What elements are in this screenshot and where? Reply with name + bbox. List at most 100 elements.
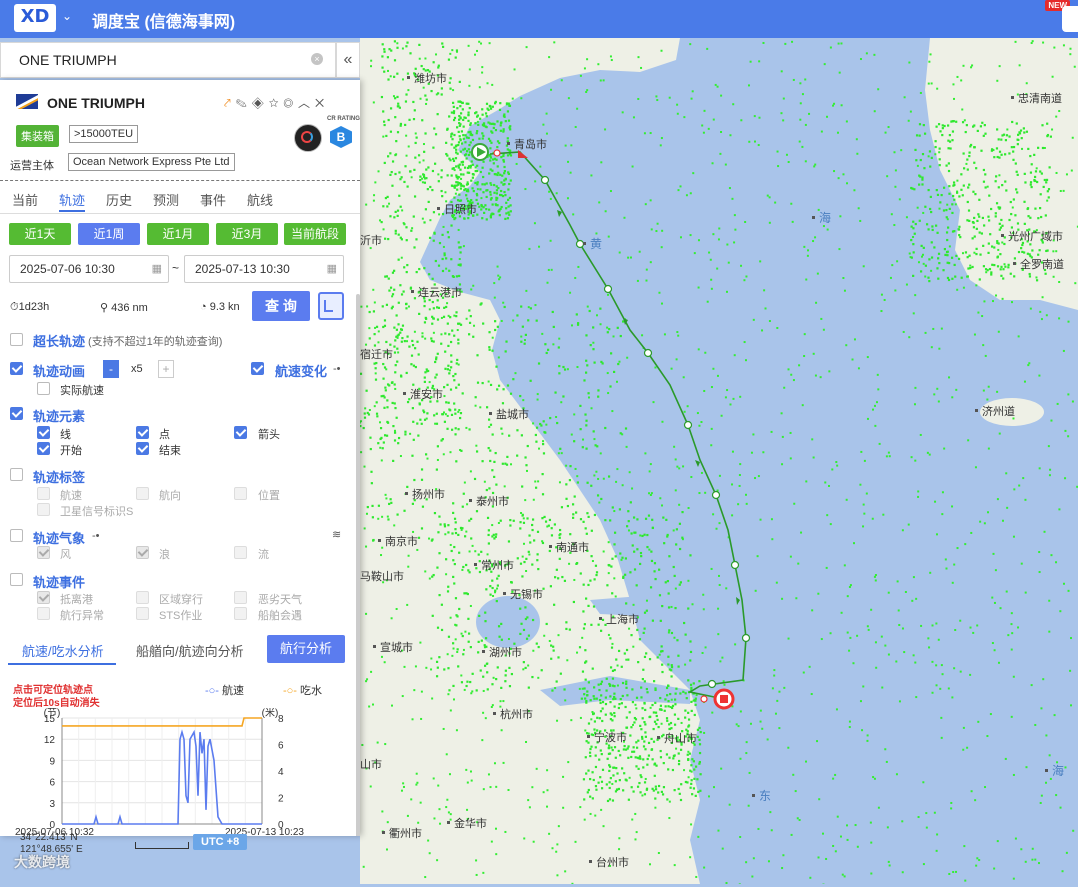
star-icon[interactable]: ☆: [269, 96, 284, 110]
element-line-checkbox[interactable]: [37, 426, 50, 439]
utc-badge[interactable]: UTC +8: [193, 834, 247, 850]
cr-rating-badge[interactable]: B: [330, 126, 352, 148]
range-1week-button[interactable]: 近1周: [78, 223, 140, 245]
event-meet-checkbox[interactable]: [234, 607, 247, 620]
labels-label: 轨迹标签: [33, 467, 85, 486]
label-speed-checkbox[interactable]: [37, 487, 50, 500]
element-arrow-checkbox[interactable]: [234, 426, 247, 439]
panel-scrollbar[interactable]: [356, 294, 360, 836]
ship-header-actions[interactable]: ⤤✎◈☆◎︿✕: [224, 94, 329, 111]
tab-speed-draft[interactable]: 航速/吃水分析: [22, 641, 104, 660]
event-sts-checkbox[interactable]: [136, 607, 149, 620]
ship-name: ONE TRIUMPH: [47, 95, 145, 111]
event-weather-label: 恶劣天气: [258, 591, 302, 607]
event-port-label: 抵离港: [60, 591, 93, 607]
map-label: 潍坊市: [414, 71, 447, 85]
weather-wave-checkbox[interactable]: [136, 546, 149, 559]
tab-routes[interactable]: 航线: [247, 190, 273, 209]
speed-stat: ◔ 9.3 kn: [200, 301, 240, 313]
elements-checkbox[interactable]: [10, 407, 23, 420]
ship-type-tag: 集装箱: [16, 125, 59, 147]
start-date-input[interactable]: 2025-07-06 10:30▦: [9, 255, 169, 283]
long-track-checkbox[interactable]: [10, 333, 23, 346]
date-separator: ~: [172, 261, 179, 275]
event-abnormal-label: 航行异常: [60, 607, 104, 623]
weather-current-checkbox[interactable]: [234, 546, 247, 559]
share-icon[interactable]: ⤤: [224, 96, 236, 110]
tab-track[interactable]: 轨迹: [59, 190, 85, 209]
map-label: 光州广域市: [1008, 229, 1063, 243]
edit-icon[interactable]: ✎: [236, 96, 252, 110]
weather-wind-checkbox[interactable]: [37, 546, 50, 559]
legend-draft[interactable]: -○- 吃水: [283, 682, 322, 698]
range-3month-button[interactable]: 近3月: [216, 223, 278, 245]
operator-label: 运营主体: [10, 157, 54, 173]
app-logo[interactable]: XD: [14, 4, 56, 32]
labels-checkbox[interactable]: [10, 468, 23, 481]
map-label: 山市: [360, 757, 382, 771]
user-menu-icon[interactable]: [1062, 6, 1078, 32]
speed-factor: x5: [131, 363, 143, 375]
label-sat-checkbox[interactable]: [37, 503, 50, 516]
track-mode-button[interactable]: [318, 292, 344, 320]
map-label: 盐城市: [496, 407, 529, 421]
top-bar: XD ⌄ 调度宝 (信德海事网) NEW: [0, 0, 1078, 38]
tab-events[interactable]: 事件: [200, 190, 226, 209]
tab-current[interactable]: 当前: [12, 190, 38, 209]
map-label: 日照市: [444, 202, 477, 216]
speed-draft-chart[interactable]: (节)(米)03691215024682025-07-06 10:322025-…: [0, 708, 356, 836]
operator-logo: [294, 124, 322, 152]
tab-forecast[interactable]: 预测: [153, 190, 179, 209]
element-start-checkbox[interactable]: [37, 442, 50, 455]
events-checkbox[interactable]: [10, 573, 23, 586]
chart-hint: 点击可定位轨迹点 定位后10s自动消失: [13, 684, 100, 710]
speed-change-checkbox[interactable]: [251, 362, 264, 375]
tab-history[interactable]: 历史: [106, 190, 132, 209]
animation-checkbox[interactable]: [10, 362, 23, 375]
event-area-checkbox[interactable]: [136, 591, 149, 604]
label-course-checkbox[interactable]: [136, 487, 149, 500]
speed-increase-button[interactable]: +: [158, 360, 174, 378]
distance-stat: ⚲ 436 nm: [100, 301, 148, 314]
distance-value: 436 nm: [111, 302, 148, 314]
chart-left-tick: 12: [44, 735, 56, 746]
collapse-panel-button[interactable]: «: [336, 42, 360, 78]
map-label: 宿迁市: [360, 347, 393, 361]
locate-icon[interactable]: ◎: [284, 96, 299, 110]
close-icon[interactable]: ✕: [315, 96, 329, 110]
clear-icon[interactable]: ×: [311, 53, 323, 65]
range-current-leg-button[interactable]: 当前航段: [284, 223, 346, 245]
end-date-input[interactable]: 2025-07-13 10:30▦: [184, 255, 344, 283]
long-track-label: 超长轨迹: [33, 331, 85, 350]
operator-value[interactable]: Ocean Network Express Pte Ltd: [68, 153, 235, 171]
range-1day-button[interactable]: 近1天: [9, 223, 71, 245]
ship-track-panel: ONE TRIUMPH ⤤✎◈☆◎︿✕ 集装箱 >15000TEU CR RAT…: [0, 80, 360, 836]
event-weather-checkbox[interactable]: [234, 591, 247, 604]
chart-left-tick: 3: [49, 799, 55, 810]
collapse-icon[interactable]: ︿: [298, 96, 315, 110]
tag-icon[interactable]: ◈: [252, 96, 269, 110]
end-date-value: 2025-07-13 10:30: [195, 262, 290, 276]
tab-heading-analysis[interactable]: 船艏向/航迹向分析: [136, 641, 244, 660]
label-position-label: 位置: [258, 487, 280, 503]
query-button[interactable]: 查 询: [252, 291, 310, 321]
weather-checkbox[interactable]: [10, 529, 23, 542]
element-end-checkbox[interactable]: [136, 442, 149, 455]
element-point-checkbox[interactable]: [136, 426, 149, 439]
calendar-icon: ▦: [152, 256, 162, 282]
nav-analysis-button[interactable]: 航行分析: [267, 635, 345, 663]
range-1month-button[interactable]: 近1月: [147, 223, 209, 245]
watermark: 大数跨境: [14, 852, 70, 872]
event-abnormal-checkbox[interactable]: [37, 607, 50, 620]
event-port-checkbox[interactable]: [37, 591, 50, 604]
legend-draft-swatch: -○-: [283, 685, 300, 697]
actual-speed-checkbox[interactable]: [37, 382, 50, 395]
map-label: 全罗南道: [1020, 257, 1064, 271]
chevron-down-icon[interactable]: ⌄: [62, 9, 72, 23]
label-position-checkbox[interactable]: [234, 487, 247, 500]
search-input[interactable]: ONE TRIUMPH ×: [0, 42, 336, 78]
legend-speed[interactable]: -○- 航速: [205, 682, 244, 698]
speed-decrease-button[interactable]: -: [103, 360, 119, 378]
wind-icon[interactable]: ≋: [332, 528, 341, 541]
speed-change-label: 航速变化: [275, 361, 327, 380]
